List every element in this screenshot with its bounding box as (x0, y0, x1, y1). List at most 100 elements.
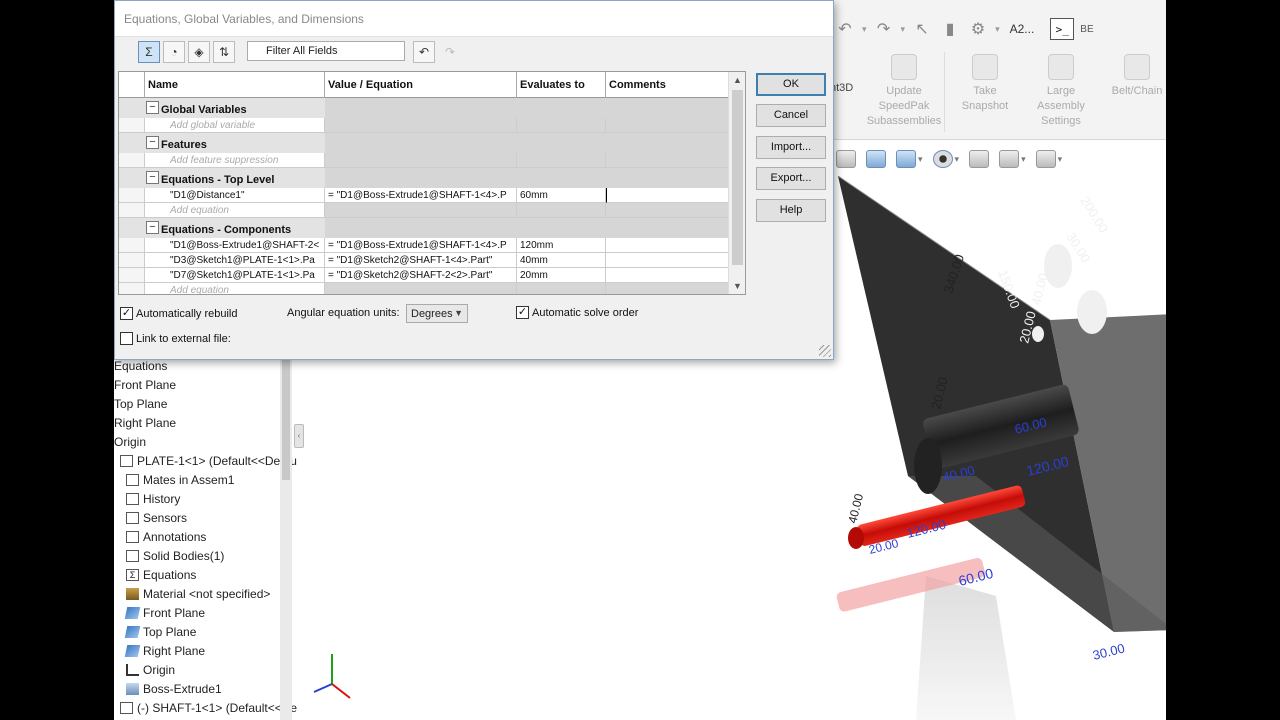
column-header-name[interactable]: Name (145, 72, 325, 98)
equation-name-cell[interactable]: "D1@Distance1" (145, 188, 325, 203)
export-button[interactable]: Export... (756, 167, 826, 190)
auto-solve-order-checkbox[interactable]: ✓ Automatic solve order (516, 306, 638, 319)
import-button[interactable]: Import... (756, 136, 826, 159)
add-equation-cell[interactable]: Add equation (145, 203, 325, 218)
table-row[interactable]: Add equation (119, 203, 729, 218)
column-header-comments[interactable]: Comments (606, 72, 729, 98)
equation-comment-cell[interactable] (606, 238, 729, 253)
chevron-down-icon[interactable]: ▾ (862, 24, 867, 35)
equation-view-icon[interactable]: Σ (138, 41, 160, 63)
tree-item[interactable]: Right Plane (114, 641, 292, 660)
view-orientation-icon[interactable] (836, 150, 856, 168)
chevron-down-icon[interactable]: ▾ (918, 154, 923, 165)
table-row[interactable]: Add equation (119, 283, 729, 294)
tree-item[interactable]: Right Plane (114, 413, 292, 432)
ribbon-tool-partial-label[interactable]: nt3D (830, 52, 866, 132)
redo-icon[interactable]: ↷ (873, 19, 895, 39)
chevron-down-icon[interactable]: ▾ (1021, 154, 1026, 165)
filter-input[interactable]: Filter All Fields (247, 41, 405, 61)
appearance-icon[interactable] (969, 150, 990, 168)
equation-comment-cell[interactable] (606, 268, 729, 283)
equation-name-cell[interactable]: "D1@Boss-Extrude1@SHAFT-2< (145, 238, 325, 253)
equation-name-cell[interactable]: "D3@Sketch1@PLATE-1<1>.Pa (145, 253, 325, 268)
dim-label[interactable]: 40.00 (845, 492, 866, 525)
table-row[interactable]: "D1@Distance1" = "D1@Boss-Extrude1@SHAFT-… (119, 188, 729, 203)
table-row[interactable]: Add global variable (119, 118, 729, 133)
table-row[interactable]: "D7@Sketch1@PLATE-1<1>.Pa = "D1@Sketch2@S… (119, 268, 729, 283)
dimension-view-icon[interactable]: ◈ (188, 41, 210, 63)
tree-item[interactable]: Top Plane (114, 622, 292, 641)
grid-scrollbar[interactable]: ▲ ▼ (728, 72, 745, 294)
angular-units-select[interactable]: Degrees ▼ (406, 304, 468, 323)
collapse-icon[interactable]: − (146, 136, 159, 149)
update-speedpak-button[interactable]: Update SpeedPak Subassemblies (866, 52, 942, 132)
scroll-down-icon[interactable]: ▼ (729, 278, 745, 294)
user-label[interactable]: A2... (1010, 22, 1035, 36)
scene-icon[interactable] (999, 150, 1020, 168)
select-arrow-icon[interactable]: ↖ (911, 19, 933, 39)
ok-button[interactable]: OK (756, 73, 826, 96)
equation-comment-cell[interactable] (606, 188, 729, 203)
table-row[interactable]: Add feature suppression (119, 153, 729, 168)
collapse-icon[interactable]: − (146, 101, 159, 114)
gear-icon[interactable]: ⚙ (967, 19, 989, 39)
tree-item[interactable]: Material <not specified> (114, 584, 292, 603)
tree-item[interactable]: Solid Bodies(1) (114, 546, 292, 565)
equation-value-cell[interactable]: = "D1@Sketch2@SHAFT-2<2>.Part" (325, 268, 517, 283)
equation-name-cell[interactable]: "D7@Sketch1@PLATE-1<1>.Pa (145, 268, 325, 283)
add-global-variable-cell[interactable]: Add global variable (145, 118, 325, 133)
column-header-value[interactable]: Value / Equation (325, 72, 517, 98)
collapse-icon[interactable]: − (146, 171, 159, 184)
auto-rebuild-checkbox[interactable]: ✓ Automatically rebuild (120, 307, 238, 320)
section-view-icon[interactable] (866, 150, 886, 168)
chevron-down-icon[interactable]: ▾ (1058, 154, 1063, 165)
tree-item[interactable]: Σ Equations (114, 565, 292, 584)
grid-scrollbar-thumb[interactable] (732, 90, 743, 265)
scroll-up-icon[interactable]: ▲ (729, 72, 745, 88)
redo-icon[interactable]: ↷ (439, 41, 461, 63)
tree-item[interactable]: History (114, 489, 292, 508)
tree-item[interactable]: Front Plane (114, 375, 292, 394)
view-settings-icon[interactable] (1035, 150, 1056, 168)
add-equation-cell[interactable]: Add equation (145, 283, 325, 294)
dim-label[interactable]: 30.00 (1091, 640, 1126, 662)
ordered-view-icon[interactable]: ⇅ (213, 41, 235, 63)
checkmark-icon[interactable]: ✓ (516, 306, 529, 319)
undo-icon[interactable]: ↶ (834, 19, 856, 39)
display-style-icon[interactable] (896, 150, 916, 168)
tree-item[interactable]: Origin (114, 432, 292, 451)
tree-item[interactable]: Boss-Extrude1 (114, 679, 292, 698)
equation-value-cell[interactable]: = "D1@Sketch2@SHAFT-1<4>.Part" (325, 253, 517, 268)
equation-comment-cell[interactable] (606, 253, 729, 268)
table-row[interactable]: "D1@Boss-Extrude1@SHAFT-2< = "D1@Boss-Ext… (119, 238, 729, 253)
chevron-down-icon[interactable]: ▾ (901, 24, 906, 35)
link-external-checkbox[interactable]: Link to external file: (120, 332, 231, 345)
large-assembly-settings-button[interactable]: Large Assembly Settings (1023, 52, 1099, 132)
tree-item[interactable]: (-) SHAFT-1<1> (Default<<De (114, 698, 297, 717)
chevron-down-icon[interactable]: ▾ (955, 154, 960, 165)
add-feature-suppression-cell[interactable]: Add feature suppression (145, 153, 325, 168)
tree-item[interactable]: Top Plane (114, 394, 292, 413)
equation-value-cell[interactable]: = "D1@Boss-Extrude1@SHAFT-1<4>.P (325, 188, 517, 203)
tree-item[interactable]: PLATE-1<1> (Default<<Defau (114, 451, 297, 470)
column-header-evaluates[interactable]: Evaluates to (517, 72, 606, 98)
hide-show-items-icon[interactable] (932, 150, 953, 168)
equation-value-cell[interactable]: = "D1@Boss-Extrude1@SHAFT-1<4>.P (325, 238, 517, 253)
dialog-title[interactable]: Equations, Global Variables, and Dimensi… (115, 1, 833, 37)
rebuild-icon[interactable]: ▮ (939, 19, 961, 39)
help-button[interactable]: Help (756, 199, 826, 222)
tree-item[interactable]: Mates in Assem1 (114, 470, 292, 489)
table-row[interactable]: "D3@Sketch1@PLATE-1<1>.Pa = "D1@Sketch2@S… (119, 253, 729, 268)
take-snapshot-button[interactable]: Take Snapshot (947, 52, 1023, 132)
checkbox-empty[interactable] (120, 332, 133, 345)
tree-item[interactable]: Annotations (114, 527, 292, 546)
collapse-icon[interactable]: − (146, 221, 159, 234)
tree-item[interactable]: Origin (114, 660, 292, 679)
tree-item[interactable]: Front Plane (114, 603, 292, 622)
resize-grip[interactable] (819, 345, 831, 357)
checkmark-icon[interactable]: ✓ (120, 307, 133, 320)
dim-label[interactable]: 40.00 (1028, 272, 1050, 307)
chevron-down-icon[interactable]: ▾ (995, 24, 1000, 35)
undo-icon[interactable]: ↶ (413, 41, 435, 63)
sketch-equation-view-icon[interactable]: ◔ (163, 41, 185, 63)
